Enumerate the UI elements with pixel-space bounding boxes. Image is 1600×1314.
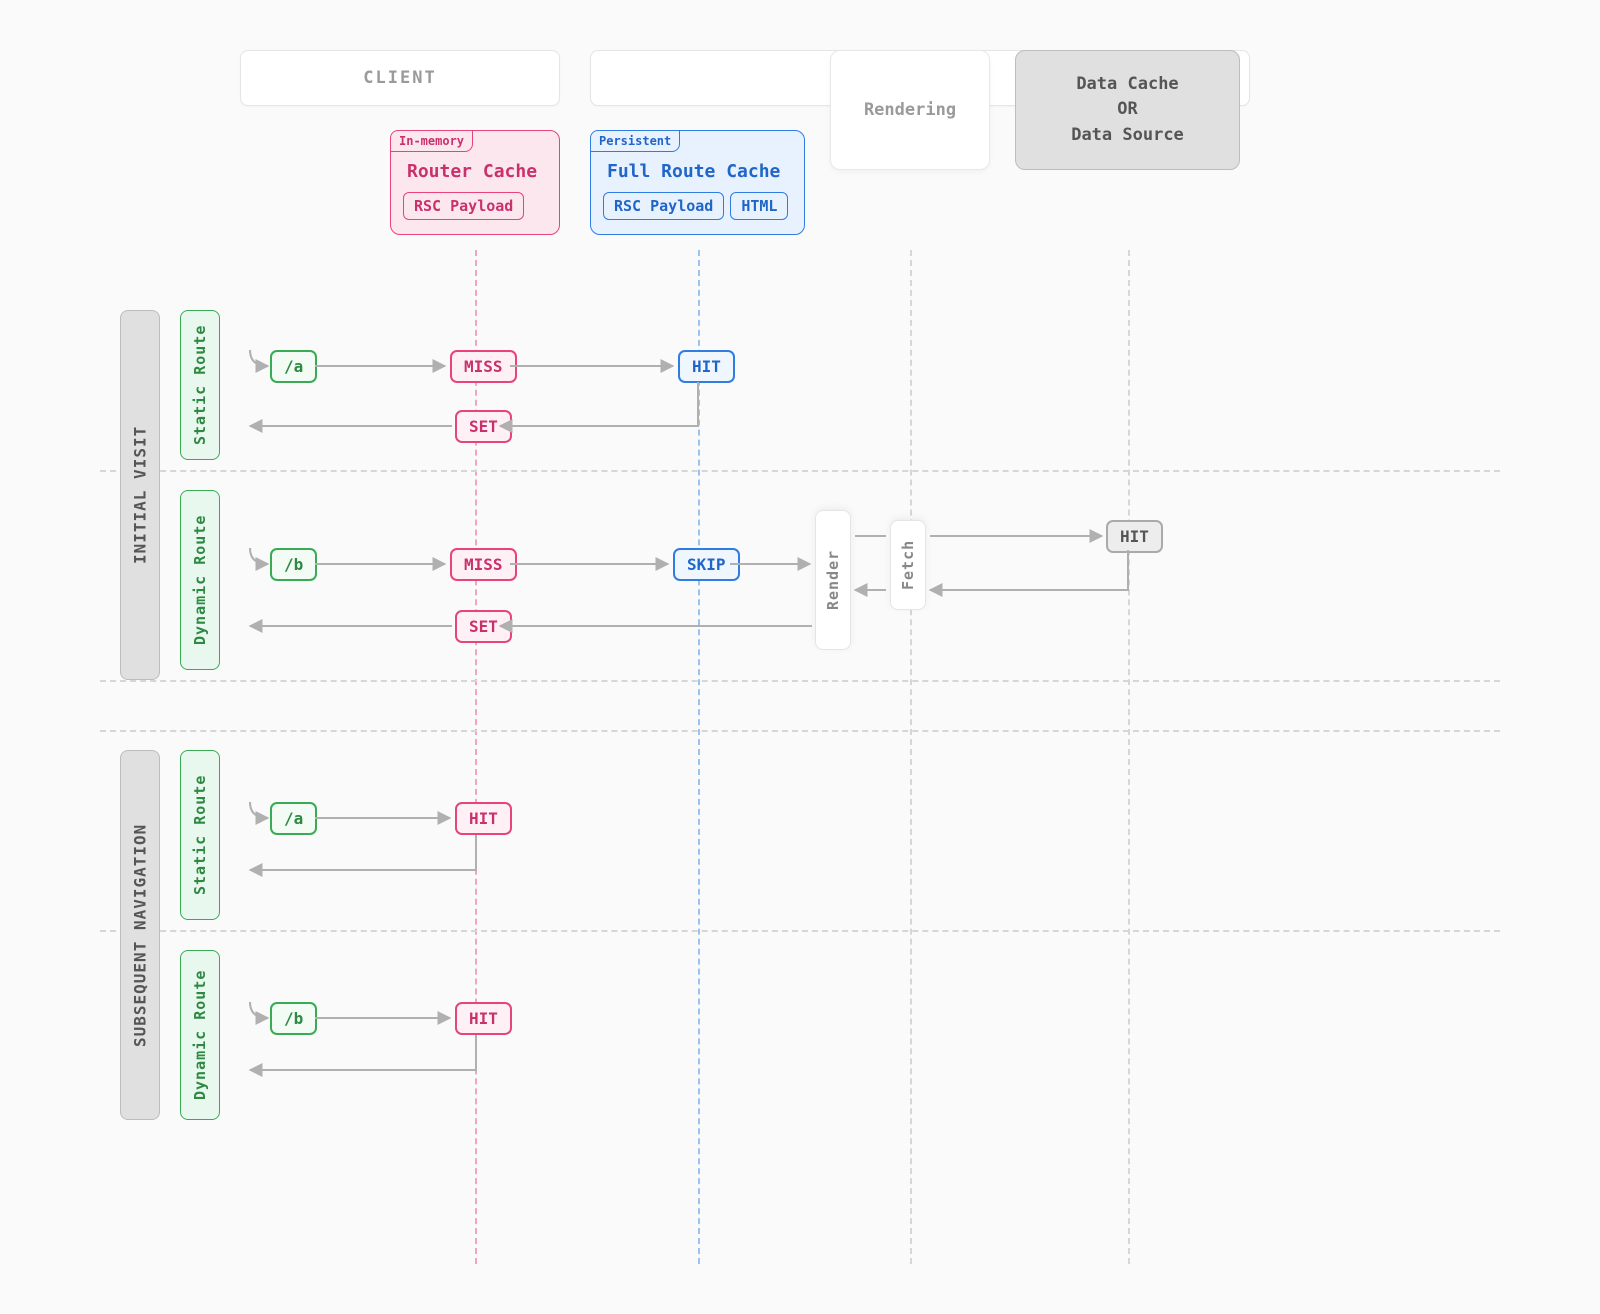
column-data-source: Data Cache OR Data Source <box>1015 50 1240 170</box>
node-route-a-2: /a <box>270 802 317 835</box>
column-full-route-cache: Persistent Full Route Cache RSC Payload … <box>590 130 805 235</box>
lane-fullroute <box>698 250 700 1264</box>
node-route-a-1: /a <box>270 350 317 383</box>
node-fullroute-skip: SKIP <box>673 548 740 581</box>
route-static-2: Static Route <box>180 750 220 920</box>
node-fullroute-hit: HIT <box>678 350 735 383</box>
route-static-1: Static Route <box>180 310 220 460</box>
column-rendering: Rendering <box>830 50 990 170</box>
divider-2 <box>100 680 1500 682</box>
column-router-cache: In-memory Router Cache RSC Payload <box>390 130 560 235</box>
diagram-stage: CLIENT SERVER In-memory Router Cache RSC… <box>100 50 1500 1264</box>
chip-rsc-payload: RSC Payload <box>403 192 524 220</box>
node-route-b-2: /b <box>270 1002 317 1035</box>
phase-initial-visit: INITIAL VISIT <box>120 310 160 680</box>
chip-rsc-payload-2: RSC Payload <box>603 192 724 220</box>
node-router-set-2: SET <box>455 610 512 643</box>
header-client: CLIENT <box>240 50 560 106</box>
chip-html: HTML <box>730 192 788 220</box>
divider-3 <box>100 730 1500 732</box>
phase-subsequent-navigation: SUBSEQUENT NAVIGATION <box>120 750 160 1120</box>
node-render: Render <box>815 510 851 650</box>
node-router-hit-1: HIT <box>455 802 512 835</box>
lane-data <box>1128 250 1130 1264</box>
divider-1 <box>100 470 1500 472</box>
tag-persistent: Persistent <box>590 130 680 152</box>
tag-in-memory: In-memory <box>390 130 473 152</box>
node-route-b-1: /b <box>270 548 317 581</box>
node-router-miss-2: MISS <box>450 548 517 581</box>
route-dynamic-2: Dynamic Route <box>180 950 220 1120</box>
title-router-cache: Router Cache <box>403 161 547 182</box>
node-data-hit: HIT <box>1106 520 1163 553</box>
node-fetch: Fetch <box>890 520 926 610</box>
lane-router <box>475 250 477 1264</box>
lane-rendering <box>910 250 912 1264</box>
title-full-route-cache: Full Route Cache <box>603 161 792 182</box>
node-router-set-1: SET <box>455 410 512 443</box>
route-dynamic-1: Dynamic Route <box>180 490 220 670</box>
node-router-hit-2: HIT <box>455 1002 512 1035</box>
divider-4 <box>100 930 1500 932</box>
node-router-miss-1: MISS <box>450 350 517 383</box>
